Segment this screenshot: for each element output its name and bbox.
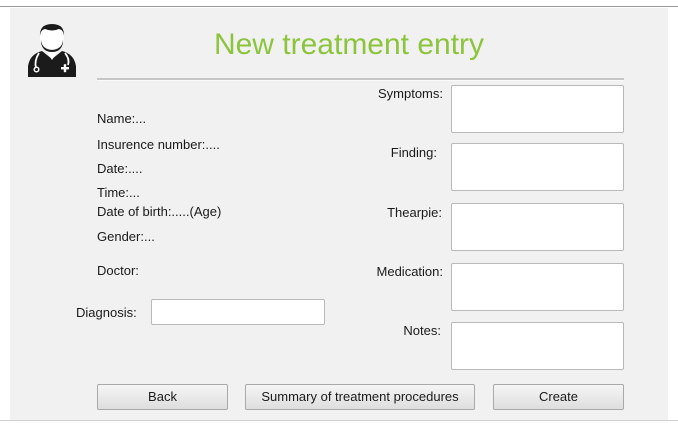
window-bottom-border — [0, 420, 678, 421]
finding-label: Finding: — [390, 145, 437, 160]
therapy-label: Thearpie: — [387, 205, 442, 220]
notes-label: Notes: — [403, 323, 441, 338]
therapy-textarea[interactable] — [451, 203, 624, 251]
diagnosis-label: Diagnosis: — [76, 305, 137, 320]
insurance-number-label: Insurence number:.... — [97, 137, 220, 152]
window-top-border — [0, 6, 678, 7]
gender-label: Gender:... — [97, 229, 155, 244]
time-label: Time:... — [97, 185, 140, 200]
doctor-label: Doctor: — [97, 263, 139, 278]
name-label: Name:... — [97, 111, 147, 126]
date-label: Date:.... — [97, 161, 143, 176]
title-divider — [97, 78, 624, 81]
notes-textarea[interactable] — [451, 322, 624, 370]
diagnosis-input[interactable] — [151, 299, 325, 325]
finding-textarea[interactable] — [451, 143, 624, 191]
medication-label: Medication: — [376, 264, 443, 279]
doctor-avatar-icon — [26, 19, 78, 79]
date-of-birth-label: Date of birth:.....(Age) — [97, 204, 222, 219]
summary-button[interactable]: Summary of treatment procedures — [245, 384, 475, 410]
create-button[interactable]: Create — [493, 384, 624, 410]
symptoms-label: Symptoms: — [377, 86, 443, 101]
medication-textarea[interactable] — [451, 263, 624, 311]
back-button[interactable]: Back — [97, 384, 228, 410]
symptoms-textarea[interactable] — [451, 85, 624, 133]
page-title: New treatment entry — [213, 28, 485, 61]
